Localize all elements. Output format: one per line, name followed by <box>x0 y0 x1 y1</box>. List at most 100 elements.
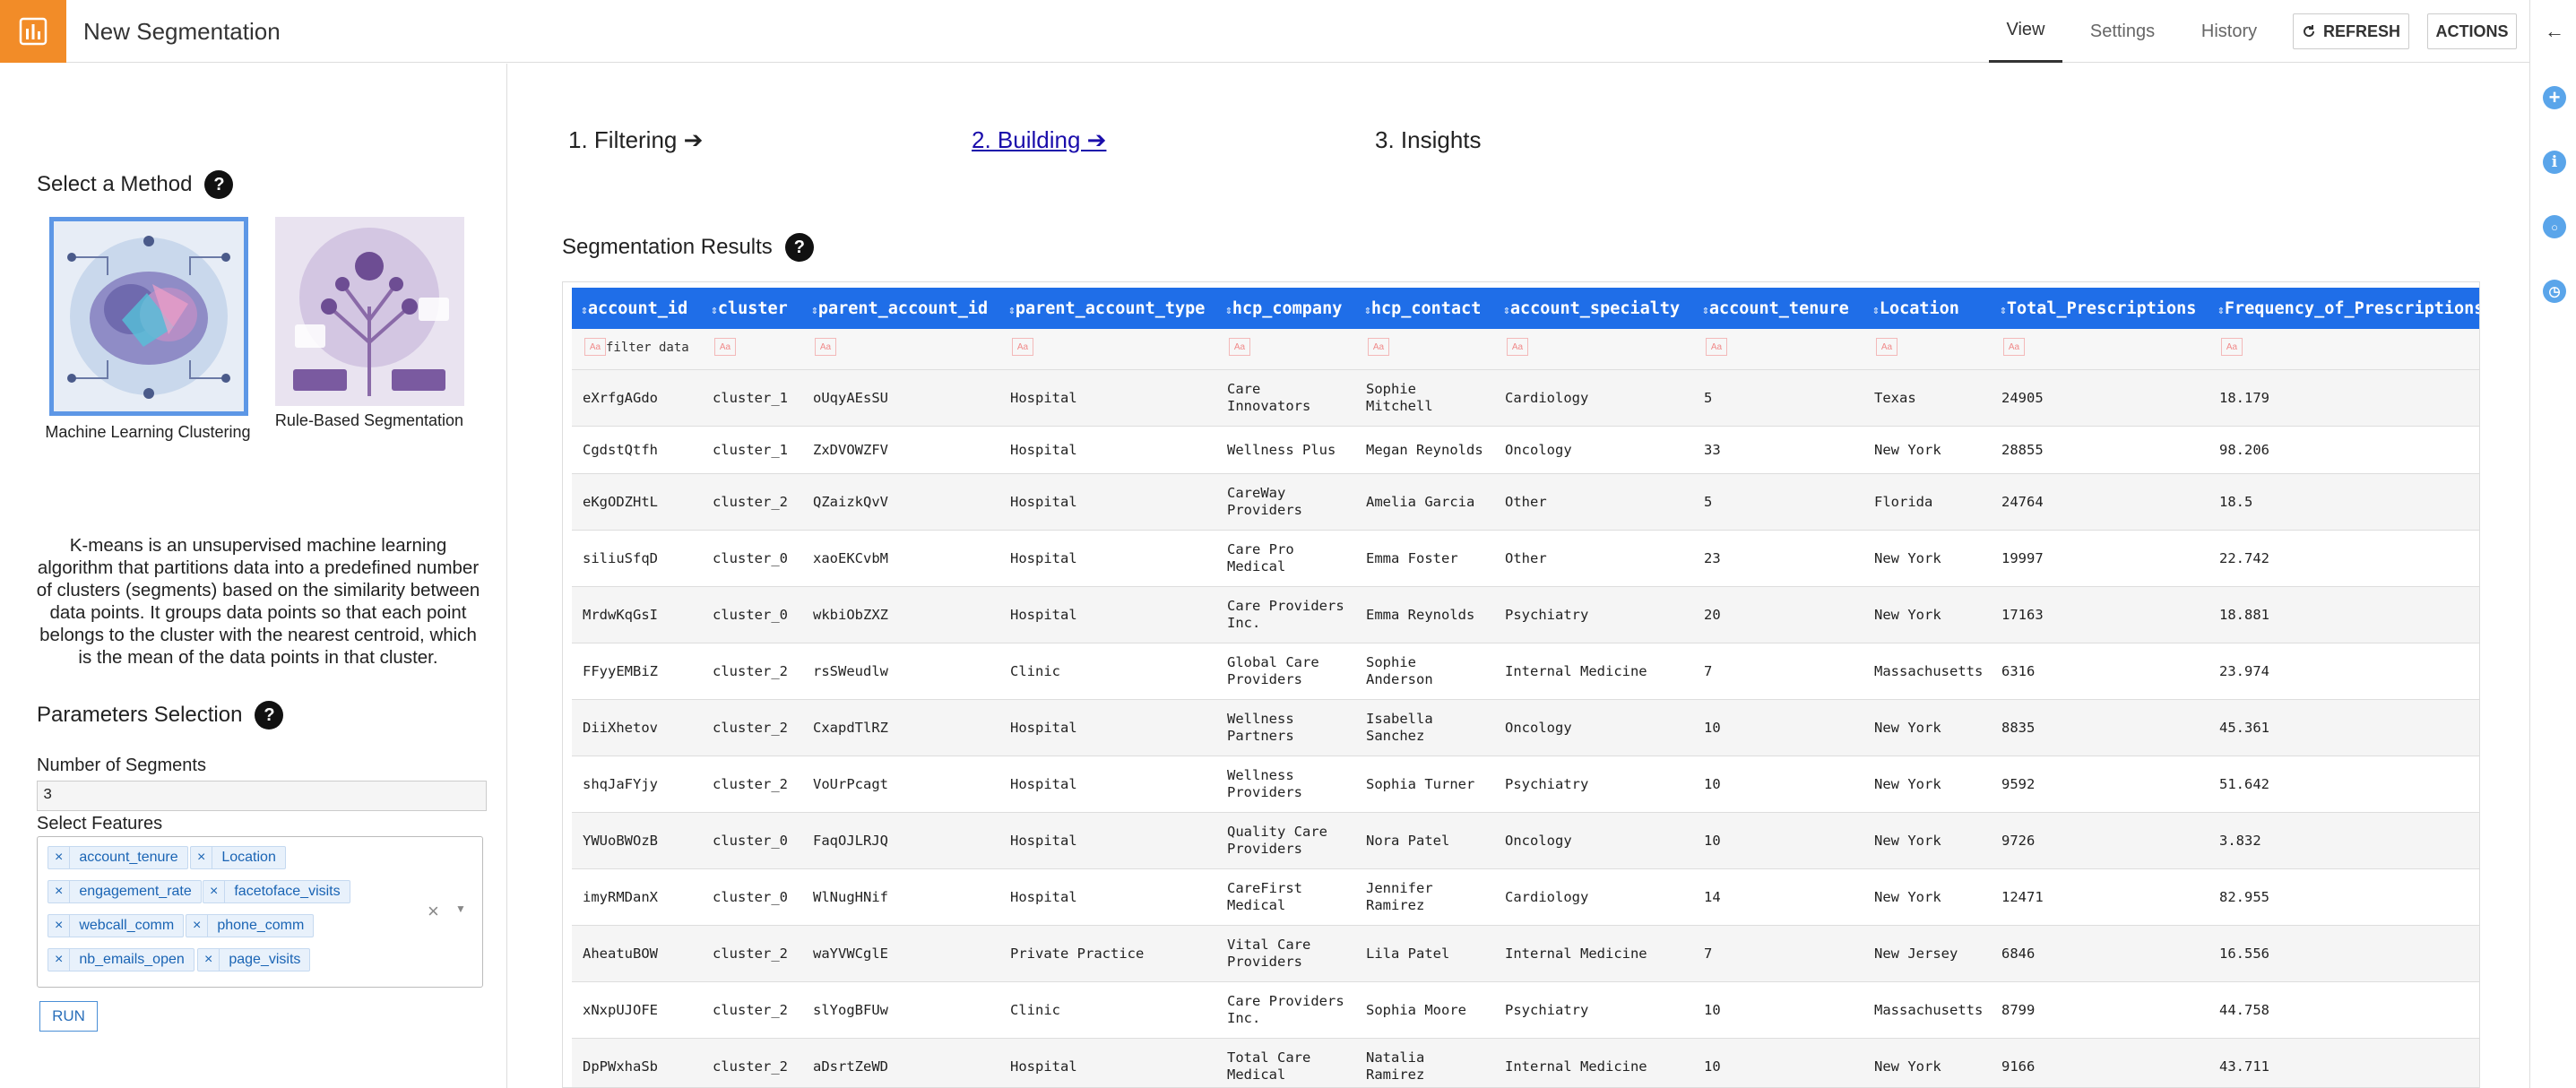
sort-icon[interactable]: ⇕ <box>1364 304 1371 317</box>
feature-chip[interactable]: × nb_emails_open <box>48 948 194 971</box>
sort-icon[interactable]: ⇕ <box>581 304 588 317</box>
column-header[interactable]: ⇕hcp_contact <box>1355 299 1494 318</box>
sort-icon[interactable]: ⇕ <box>811 304 818 317</box>
remove-icon[interactable]: × <box>48 847 71 868</box>
remove-icon[interactable]: × <box>186 915 209 937</box>
sort-icon[interactable]: ⇕ <box>1008 304 1016 317</box>
table-row[interactable]: shqJaFYjy cluster_2 VoUrPcagt Hospital Welln… <box>572 756 2479 813</box>
table-row[interactable]: xNxpUJOFE cluster_2 slYogBFUw Clinic Care Pr… <box>572 982 2479 1039</box>
feature-chip[interactable]: × facetoface_visits <box>203 880 350 903</box>
case-toggle-icon[interactable]: Aa <box>2221 338 2243 356</box>
plus-icon[interactable]: + <box>2543 86 2566 109</box>
help-icon[interactable]: ? <box>204 170 234 199</box>
case-toggle-icon[interactable]: Aa <box>584 338 606 356</box>
table-row[interactable]: eKgODZHtL cluster_2 QZaizkQvV Hospital CareW… <box>572 474 2479 531</box>
chevron-down-icon[interactable]: ▼ <box>455 902 466 915</box>
cell-account-tenure: 5 <box>1704 389 1713 406</box>
actions-button[interactable]: ACTIONS <box>2427 13 2517 49</box>
tab-settings[interactable]: Settings <box>2084 0 2161 63</box>
table-row[interactable]: MrdwKqGsI cluster_0 wkbiObZXZ Hospital Care … <box>572 587 2479 643</box>
remove-icon[interactable]: × <box>48 881 71 902</box>
feature-chip[interactable]: × engagement_rate <box>48 880 202 903</box>
table-row[interactable]: YWUoBWOzB cluster_0 FaqOJLRJQ Hospital Quali… <box>572 813 2479 869</box>
column-header[interactable]: ⇕account_id <box>572 299 702 318</box>
cell-frequency-of-prescriptions: 45.361 <box>2219 719 2269 736</box>
case-toggle-icon[interactable]: Aa <box>1229 338 1250 356</box>
column-header[interactable]: ⇕Total_Prescriptions <box>1991 299 2209 318</box>
num-segments-input[interactable]: 3 <box>37 781 487 811</box>
table-row[interactable]: imyRMDanX cluster_0 WlNugHNif Hospital CareF… <box>572 869 2479 926</box>
table-row[interactable]: CgdstQtfh cluster_1 ZxDVOWZFV Hospital Welln… <box>572 427 2479 474</box>
case-toggle-icon[interactable]: Aa <box>1876 338 1897 356</box>
help-icon[interactable]: ? <box>255 701 284 730</box>
cell-account-id: MrdwKqGsI <box>583 606 658 623</box>
column-header[interactable]: ⇕parent_account_id <box>802 299 999 318</box>
case-toggle-icon[interactable]: Aa <box>714 338 736 356</box>
history-icon[interactable]: ◷ <box>2543 280 2566 303</box>
cell-hcp-contact: Jennifer Ramirez <box>1366 880 1433 913</box>
sort-icon[interactable]: ⇕ <box>1872 304 1880 317</box>
rule-based-card[interactable] <box>275 217 464 406</box>
column-header[interactable]: ⇕account_specialty <box>1494 299 1693 318</box>
features-multiselect[interactable]: × account_tenure × Location × engagement_ra… <box>37 836 483 988</box>
clear-all-icon[interactable]: × <box>428 900 439 923</box>
step-filtering[interactable]: 1. Filtering ➔ <box>568 126 703 154</box>
info-icon[interactable]: i <box>2543 151 2566 174</box>
cell-account-tenure: 23 <box>1704 549 1721 566</box>
table-row[interactable]: FFyyEMBiZ cluster_2 rsSWeudlw Clinic Global … <box>572 643 2479 700</box>
tab-view[interactable]: View <box>1989 0 2062 63</box>
feature-chip[interactable]: × page_visits <box>197 948 311 971</box>
table-row[interactable]: eXrfgAGdo cluster_1 oUqyAEsSU Hospital Care … <box>572 370 2479 427</box>
remove-icon[interactable]: × <box>191 847 213 868</box>
remove-icon[interactable]: × <box>48 949 71 971</box>
cell-account-id: DiiXhetov <box>583 719 658 736</box>
case-toggle-icon[interactable]: Aa <box>1012 338 1033 356</box>
sort-icon[interactable]: ⇕ <box>1702 304 1709 317</box>
results-table-container[interactable]: ⇕account_id ⇕cluster ⇕parent_account_id ⇕pa… <box>562 281 2480 1088</box>
case-toggle-icon[interactable]: Aa <box>1368 338 1389 356</box>
filter-input[interactable]: filter data <box>606 341 689 355</box>
remove-icon[interactable]: × <box>48 915 71 937</box>
case-toggle-icon[interactable]: Aa <box>815 338 836 356</box>
sort-icon[interactable]: ⇕ <box>2000 304 2007 317</box>
cell-parent-account-id: QZaizkQvV <box>813 493 888 510</box>
column-header[interactable]: ⇕account_tenure <box>1693 299 1863 318</box>
table-row[interactable]: AheatuBOW cluster_2 waYVWCglE Private Pract… <box>572 926 2479 982</box>
column-header[interactable]: ⇕parent_account_type <box>999 299 1216 318</box>
refresh-button[interactable]: REFRESH <box>2293 13 2409 49</box>
column-header[interactable]: ⇕Location <box>1863 299 1991 318</box>
step-insights[interactable]: 3. Insights <box>1375 126 1482 154</box>
cell-account-id: imyRMDanX <box>583 888 658 905</box>
cell-account-specialty: Oncology <box>1505 832 1572 849</box>
run-button[interactable]: RUN <box>39 1001 98 1032</box>
feature-chip[interactable]: × Location <box>190 846 286 869</box>
column-header-label: cluster <box>717 298 788 318</box>
arrow-left-icon[interactable]: ← <box>2543 20 2566 43</box>
sort-icon[interactable]: ⇕ <box>1225 304 1232 317</box>
case-toggle-icon[interactable]: Aa <box>2003 338 2025 356</box>
column-header[interactable]: ⇕cluster <box>702 299 802 318</box>
remove-icon[interactable]: × <box>198 949 220 971</box>
sort-icon[interactable]: ⇕ <box>1503 304 1510 317</box>
column-header[interactable]: ⇕Frequency_of_Prescriptions <box>2209 299 2479 318</box>
app-logo[interactable] <box>0 0 66 63</box>
table-row[interactable]: siliuSfqD cluster_0 xaoEKCvbM Hospital Care … <box>572 531 2479 587</box>
feature-chip[interactable]: × webcall_comm <box>48 914 185 937</box>
tab-history[interactable]: History <box>2191 0 2267 63</box>
feature-chip[interactable]: × phone_comm <box>186 914 315 937</box>
column-header[interactable]: ⇕hcp_company <box>1216 299 1355 318</box>
sort-icon[interactable]: ⇕ <box>2217 304 2225 317</box>
step-building[interactable]: 2. Building ➔ <box>972 126 1106 154</box>
case-toggle-icon[interactable]: Aa <box>1507 338 1528 356</box>
table-row[interactable]: DpPWxhaSb cluster_2 aDsrtZeWD Hospital Total… <box>572 1039 2479 1087</box>
cell-hcp-contact: Emma Reynolds <box>1366 606 1475 623</box>
table-row[interactable]: DiiXhetov cluster_2 CxapdTlRZ Hospital Welln… <box>572 700 2479 756</box>
case-toggle-icon[interactable]: Aa <box>1706 338 1727 356</box>
help-icon[interactable]: ? <box>784 233 814 262</box>
remove-icon[interactable]: × <box>203 881 226 902</box>
ml-clustering-card[interactable] <box>49 217 248 416</box>
chat-icon[interactable]: ○ <box>2543 215 2566 238</box>
table-body: eXrfgAGdo cluster_1 oUqyAEsSU Hospital Care … <box>572 370 2479 1087</box>
feature-chip[interactable]: × account_tenure <box>48 846 188 869</box>
sort-icon[interactable]: ⇕ <box>711 304 718 317</box>
